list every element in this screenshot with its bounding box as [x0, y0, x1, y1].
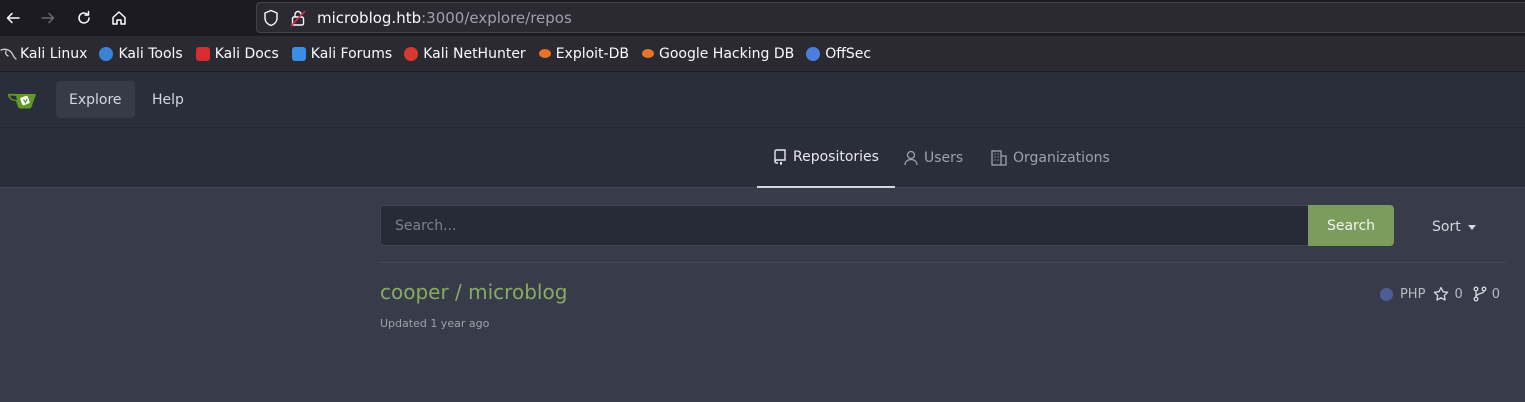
bookmark-kali-nethunter[interactable]: Kali NetHunter [404, 36, 526, 72]
arrow-right-icon [41, 12, 55, 24]
exploit-db-icon [538, 49, 551, 58]
kali-tools-icon [99, 46, 114, 61]
bookmark-label: Kali Tools [118, 45, 183, 62]
home-button[interactable] [106, 6, 132, 30]
url-bar[interactable]: microblog.htb:3000/explore/repos [256, 2, 1525, 33]
ghdb-icon [641, 49, 654, 58]
tab-organizations[interactable]: Organizations [991, 128, 1110, 188]
insecure-lock-icon[interactable] [290, 9, 306, 27]
reload-button[interactable] [71, 6, 97, 30]
explore-tabs: Repositories Users Organizations [0, 128, 1525, 188]
reload-icon [78, 10, 90, 24]
offsec-icon [806, 46, 821, 61]
bookmark-kali-docs[interactable]: Kali Docs [195, 36, 279, 72]
repo-fork-count[interactable]: 0 [1492, 287, 1500, 302]
gitea-logo-icon[interactable] [7, 89, 39, 111]
repo-star-count[interactable]: 0 [1454, 287, 1462, 302]
search-input[interactable] [380, 205, 1309, 246]
nav-help[interactable]: Help [139, 81, 197, 118]
bookmark-label: Google Hacking DB [658, 45, 795, 62]
repo-language: PHP [1399, 286, 1426, 302]
bookmark-label: Kali Forums [310, 45, 393, 62]
divider [380, 262, 1506, 263]
browser-toolbar: microblog.htb:3000/explore/repos [0, 0, 1525, 36]
home-icon [112, 11, 126, 25]
bookmark-kali-linux[interactable]: Kali Linux [0, 36, 87, 72]
back-button[interactable] [0, 6, 26, 30]
arrow-left-icon [6, 12, 20, 24]
language-color-dot [1379, 287, 1393, 301]
tab-label: Users [924, 150, 964, 166]
repo-link[interactable]: cooper / microblog [380, 280, 567, 304]
bookmark-kali-forums[interactable]: Kali Forums [291, 36, 393, 72]
bookmark-label: Kali Docs [214, 45, 279, 62]
person-icon [904, 150, 918, 166]
bookmark-label: Kali NetHunter [423, 45, 526, 62]
url-text[interactable]: microblog.htb:3000/explore/repos [317, 9, 572, 27]
repo-icon [774, 149, 786, 165]
bookmark-label: OffSec [825, 45, 872, 62]
bookmark-exploit-db[interactable]: Exploit-DB [538, 36, 629, 72]
tab-users[interactable]: Users [904, 128, 963, 188]
sort-label: Sort [1432, 219, 1461, 235]
star-icon[interactable] [1433, 286, 1449, 302]
bookmark-offsec[interactable]: OffSec [806, 36, 871, 72]
url-path: :3000/explore/repos [421, 9, 572, 27]
search-button[interactable]: Search [1308, 205, 1394, 246]
organization-icon [991, 150, 1007, 166]
forward-button[interactable] [35, 6, 61, 30]
caret-down-icon [1467, 224, 1476, 230]
fork-icon[interactable] [1473, 286, 1487, 302]
kali-nethunter-icon [404, 46, 419, 61]
url-host: microblog.htb [317, 9, 422, 27]
repo-updated-time: Updated 1 year ago [380, 317, 490, 330]
sort-dropdown[interactable]: Sort [1432, 214, 1476, 240]
bookmarks-bar: Kali Linux Kali Tools Kali Docs Kali For… [0, 36, 1525, 72]
nav-explore[interactable]: Explore [56, 81, 135, 118]
repo-meta: PHP 0 0 [1379, 284, 1500, 304]
tab-label: Repositories [793, 149, 879, 165]
kali-dragon-icon [0, 48, 17, 60]
kali-docs-icon [195, 46, 210, 61]
tab-repositories[interactable]: Repositories [757, 128, 895, 188]
shield-icon[interactable] [263, 9, 279, 27]
bookmark-kali-tools[interactable]: Kali Tools [99, 36, 183, 72]
bookmark-label: Kali Linux [20, 45, 88, 62]
bookmark-label: Exploit-DB [555, 45, 629, 62]
site-navbar: Explore Help [0, 72, 1525, 128]
bookmark-google-hacking-db[interactable]: Google Hacking DB [641, 36, 795, 72]
tab-label: Organizations [1013, 150, 1110, 166]
kali-forums-icon [291, 46, 306, 61]
